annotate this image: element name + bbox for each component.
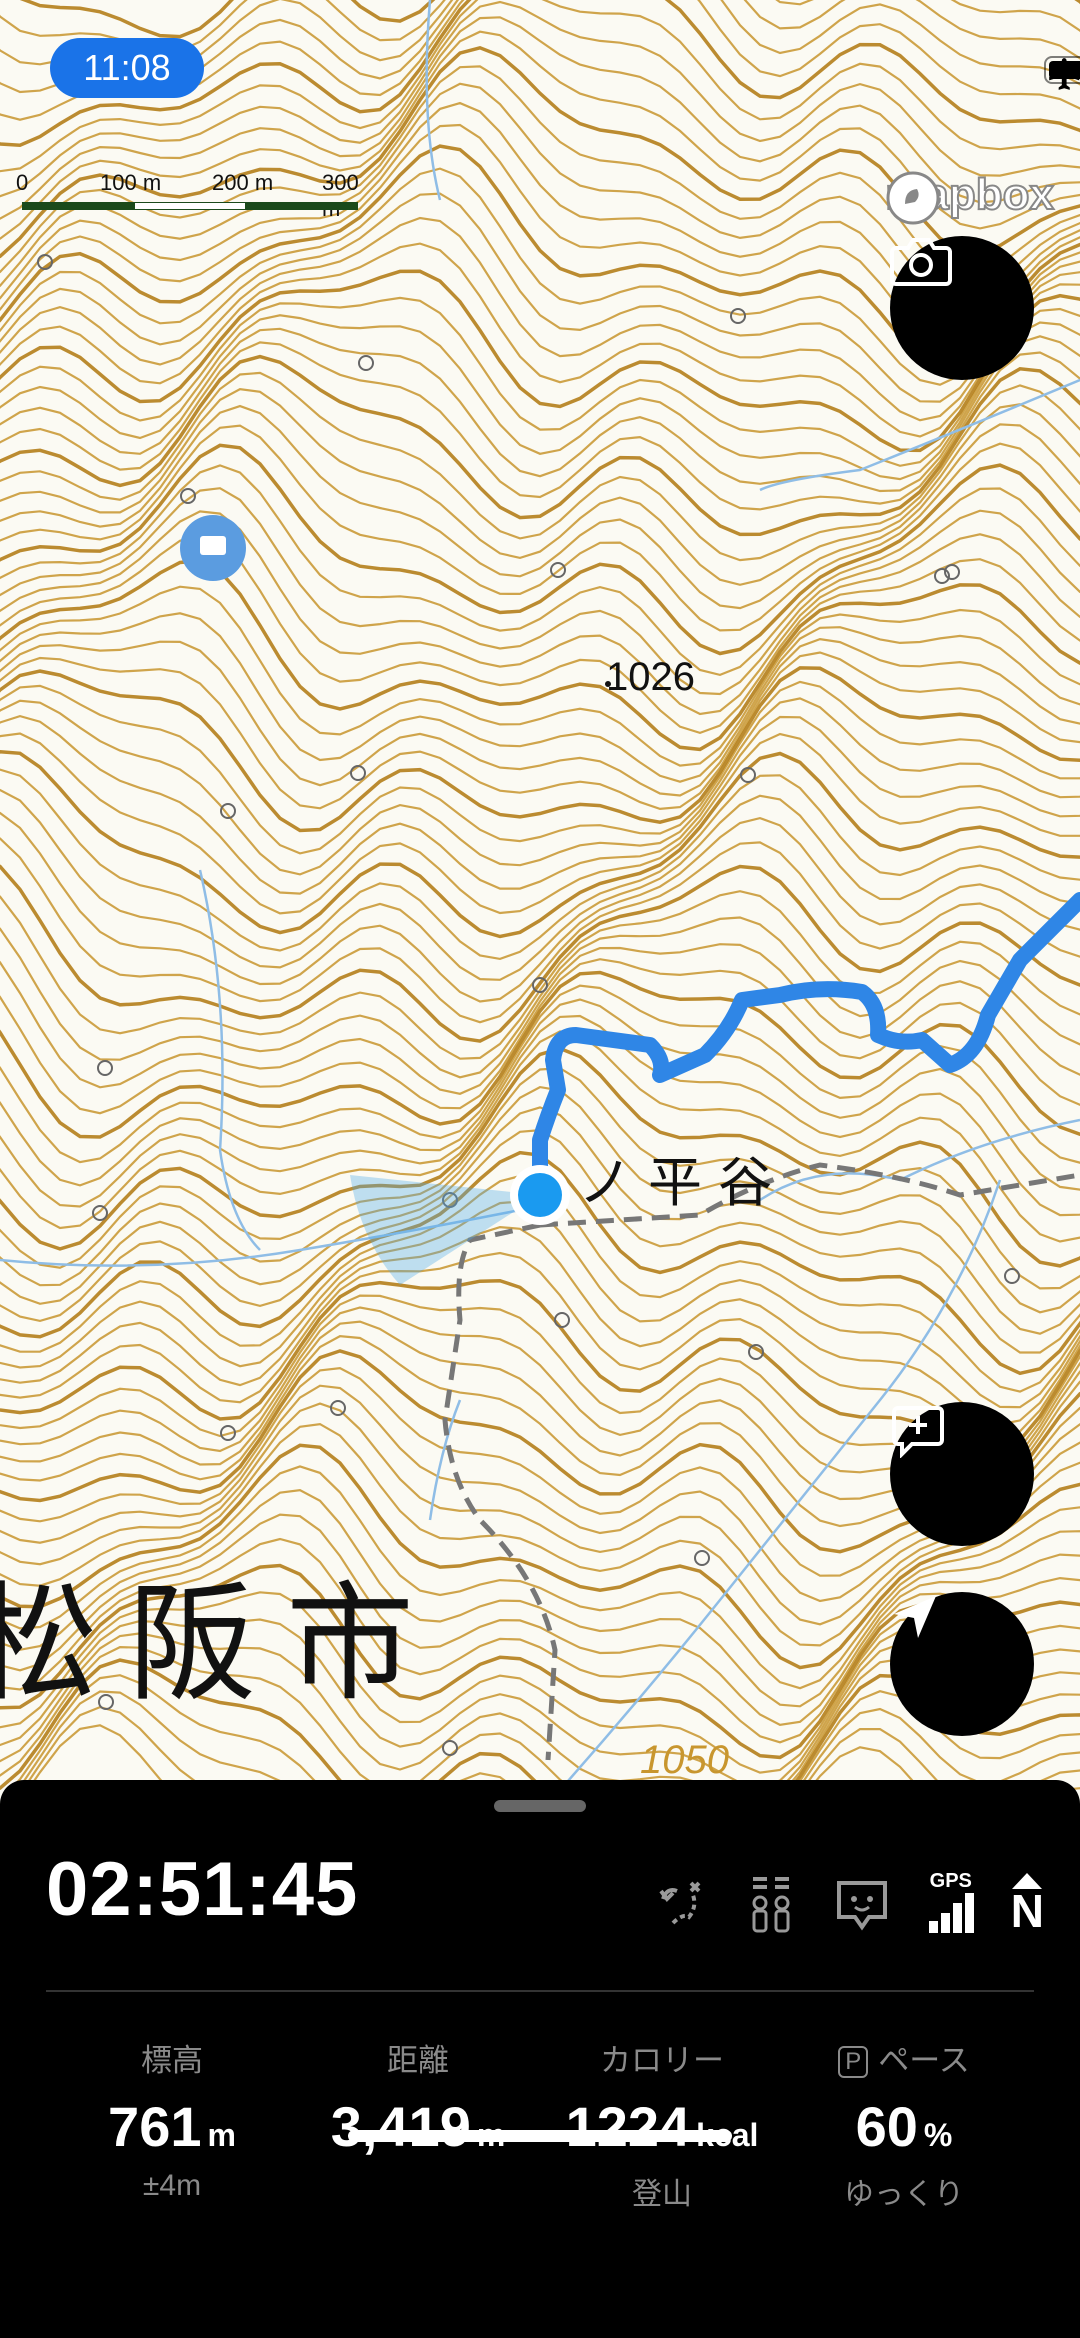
stat-sub: 登山 [632,2178,692,2211]
status-time: 11:08 [50,38,204,98]
stat-elevation: 標高 761 m ±4m [42,2035,302,2203]
valley-label: ノ平谷 [578,1153,788,1213]
stat-label: 標高 [141,2043,203,2078]
city-label: 松阪市 [0,1570,445,1719]
signal-icon[interactable] [745,1873,797,1933]
contour-line [0,533,1080,735]
stat-sub: ±4m [142,2169,202,2202]
stat-distance: 距離 3,419m [288,2035,548,2169]
add-note-icon [892,1406,944,1458]
pace-badge: P [838,2046,869,2078]
camera-button[interactable] [890,236,1034,380]
contour-line [0,510,1080,716]
battery-icon [1044,56,1080,84]
mapbox-mark-icon [886,171,940,225]
stat-label-row: P ペース [774,2035,1034,2080]
contour-elevation-label: 1050 [640,1738,729,1782]
gps-signal-bars-icon [928,1893,974,1933]
scale-label-200: 200 m [212,170,274,195]
stat-unit: % [923,2117,953,2153]
contour-line [0,487,1080,696]
contour-line [0,732,1080,915]
panel-divider [46,1990,1034,1992]
scale-label-0: 0 [16,170,29,195]
stat-label: カロリー [600,2043,724,2078]
survey-point [1004,1268,1020,1284]
mapbox-logo[interactable]: mapbox [884,169,1055,225]
survey-point [694,1550,710,1566]
stat-value: 3,419 [330,2095,471,2158]
contour-line [0,749,1080,939]
locate-button[interactable] [890,1592,1034,1736]
survey-point [97,1060,113,1076]
contour-line [0,837,1080,1024]
tracking-panel[interactable]: 02:51:45 GPS N 標高 761m ±4m 距離 3,419m カロリ… [0,1780,1080,2338]
route-icon[interactable] [653,1877,709,1933]
panel-status-icons: GPS N [653,1870,1044,1937]
scale-segment [22,202,134,210]
scale-label-300: 300 m [322,170,359,221]
hiking-trail [442,1222,558,1761]
elapsed-time: 02:51:45 [46,1847,359,1932]
survey-point [92,1205,108,1221]
location-arrow-icon [894,1596,936,1638]
scale-segment [246,202,358,210]
gps-icon[interactable]: GPS [927,1870,975,1933]
survey-point [442,1740,458,1756]
survey-point [350,765,366,781]
gps-label: GPS [929,1870,972,1892]
stat-value: 1224 [565,2095,691,2158]
survey-point [358,355,374,371]
stat-sub: ゆっくり [844,2178,964,2211]
add-note-button[interactable] [890,1402,1034,1546]
pet-icon[interactable] [833,1875,891,1933]
stat-label: ペース [878,2043,970,2078]
contour-line [0,697,1080,876]
scale-bar: 0 100 m 200 m 300 m [16,170,376,221]
scale-segment [134,202,246,210]
camera-icon [890,238,952,286]
stream [759,378,1080,492]
stat-label: 距離 [387,2043,449,2078]
stat-value: 761 [108,2095,202,2158]
stat-value: 60 [855,2095,918,2158]
panel-drag-handle[interactable] [494,1800,586,1812]
stat-pace[interactable]: P ペース 60% ゆっくり [774,2035,1034,2213]
scale-label-100: 100 m [100,170,162,195]
survey-point [730,308,746,324]
elevation-label: 1026 [606,655,695,699]
home-indicator[interactable] [348,2130,732,2142]
stat-calories: カロリー 1224kcal 登山 [532,2035,792,2213]
survey-point [554,1312,570,1328]
map-view[interactable]: 11:08 0 100 m 200 m 300 m mapbox 1026 ノ平… [0,0,1080,1790]
north-icon[interactable]: N [1010,1873,1044,1937]
stat-unit: m [207,2117,236,2153]
north-label: N [1010,1885,1044,1937]
